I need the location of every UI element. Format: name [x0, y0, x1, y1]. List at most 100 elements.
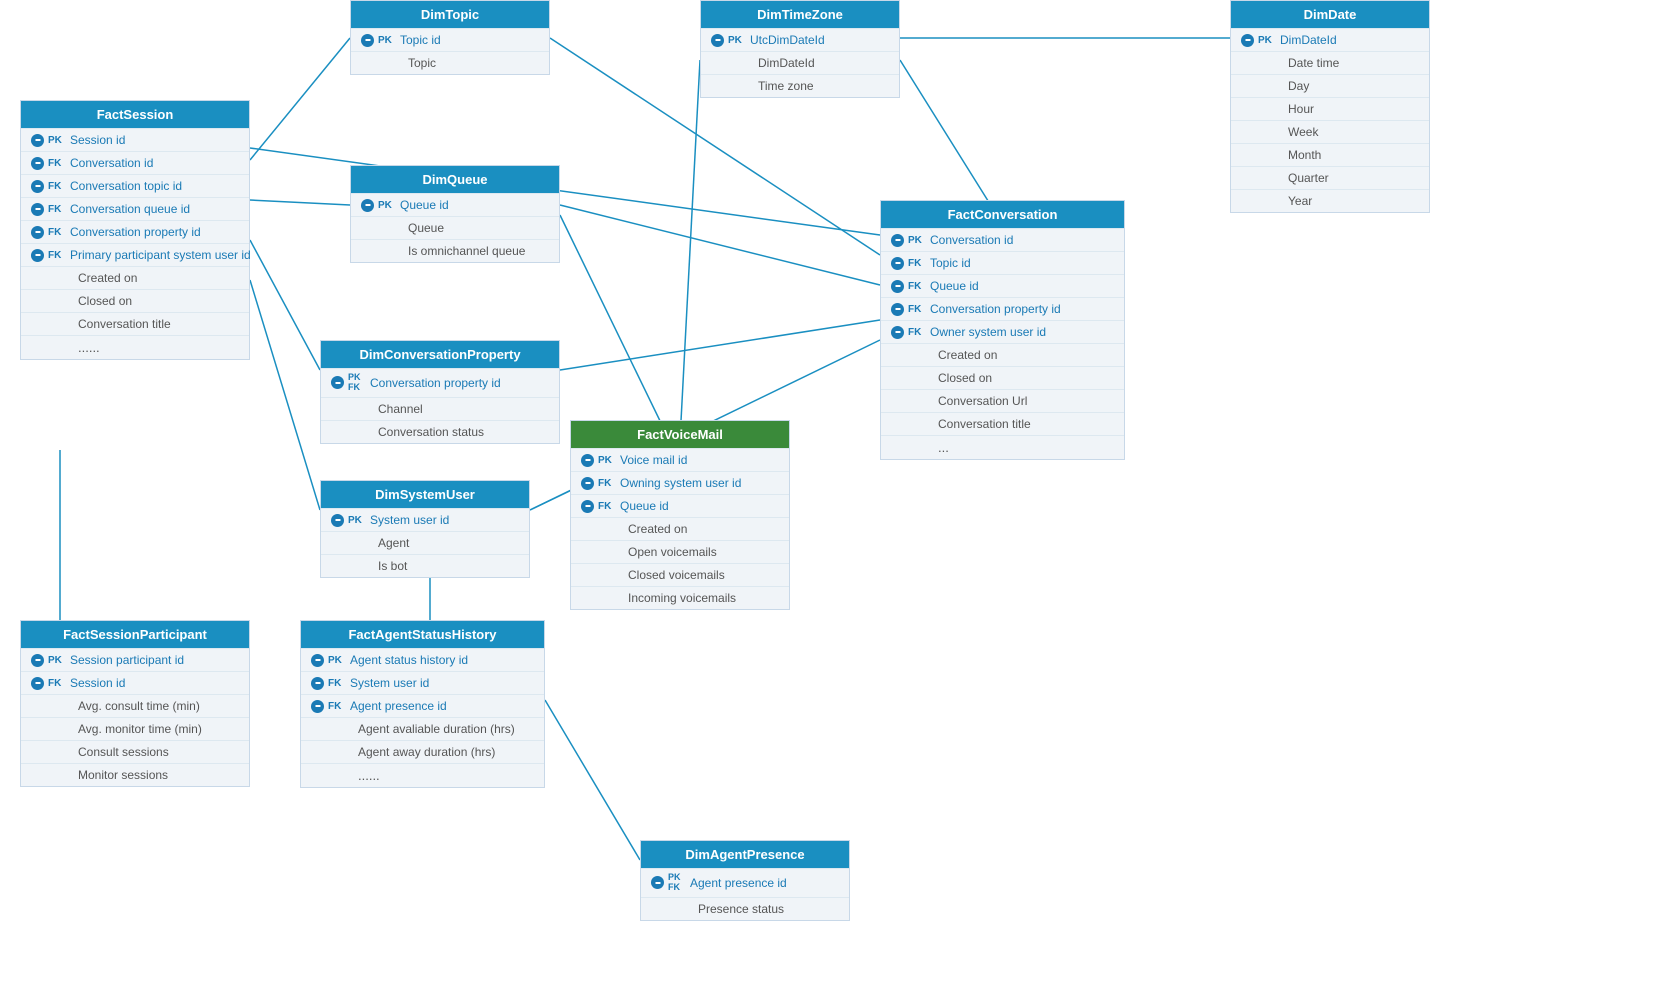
- row-label: Conversation title: [78, 317, 171, 331]
- key-icon: [31, 226, 44, 239]
- table-row: Week: [1231, 120, 1429, 143]
- key-icon: [311, 677, 324, 690]
- row-label: Agent presence id: [350, 699, 447, 713]
- row-label: Created on: [938, 348, 997, 362]
- key-icon: [891, 234, 904, 247]
- row-label: Session id: [70, 676, 125, 690]
- row-label: Queue id: [620, 499, 669, 513]
- table-row: PKSystem user id: [321, 508, 529, 531]
- row-label: Queue: [408, 221, 444, 235]
- row-label: Session id: [70, 133, 125, 147]
- table-row: Created on: [571, 517, 789, 540]
- table-row: FKSystem user id: [301, 671, 544, 694]
- table-row: DimDateId: [701, 51, 899, 74]
- row-label: Avg. monitor time (min): [78, 722, 202, 736]
- table-row: Closed on: [881, 366, 1124, 389]
- row-label: Conversation queue id: [70, 202, 190, 216]
- table-row: PK DimDateId: [1231, 28, 1429, 51]
- row-label: Incoming voicemails: [628, 591, 736, 605]
- table-row: PKSession id: [21, 128, 249, 151]
- row-label: Conversation id: [70, 156, 153, 170]
- pk-badge: PK: [48, 655, 66, 666]
- table-row: PKQueue id: [351, 193, 559, 216]
- table-row: ......: [301, 763, 544, 787]
- row-label: Conversation property id: [370, 376, 501, 390]
- table-row: Channel: [321, 397, 559, 420]
- table-dimqueue: DimQueuePKQueue idQueueIs omnichannel qu…: [350, 165, 560, 263]
- table-row: Time zone: [701, 74, 899, 97]
- fk-badge: FK: [48, 678, 66, 689]
- key-icon: [651, 876, 664, 889]
- row-label: Consult sessions: [78, 745, 169, 759]
- table-row: Is bot: [321, 554, 529, 577]
- row-label: Month: [1288, 148, 1321, 162]
- row-label: Open voicemails: [628, 545, 717, 559]
- key-icon: [361, 34, 374, 47]
- row-label: Session participant id: [70, 653, 184, 667]
- row-label: Time zone: [758, 79, 814, 93]
- table-row: FK Topic id: [881, 251, 1124, 274]
- row-label: Conversation title: [938, 417, 1031, 431]
- pk-badge: PK: [328, 655, 346, 666]
- key-icon: [891, 280, 904, 293]
- table-row: PK Session participant id: [21, 648, 249, 671]
- row-label: Agent: [378, 536, 409, 550]
- row-label: Week: [1288, 125, 1318, 139]
- table-row: PKTopic id: [351, 28, 549, 51]
- table-row: Consult sessions: [21, 740, 249, 763]
- table-header-factvoicemail: FactVoiceMail: [571, 421, 789, 448]
- fk-badge: FK: [328, 701, 346, 712]
- row-label: Owning system user id: [620, 476, 741, 490]
- table-row: Agent away duration (hrs): [301, 740, 544, 763]
- table-row: ......: [21, 335, 249, 359]
- key-icon: [891, 326, 904, 339]
- row-label: DimDateId: [1280, 33, 1337, 47]
- row-label: Closed on: [938, 371, 992, 385]
- row-label: Primary participant system user id: [70, 248, 251, 262]
- table-header-factconversation: FactConversation: [881, 201, 1124, 228]
- pk-badge: PK: [1258, 35, 1276, 46]
- table-row: Avg. monitor time (min): [21, 717, 249, 740]
- key-icon: [1241, 34, 1254, 47]
- table-row: Conversation title: [21, 312, 249, 335]
- row-label: Topic: [408, 56, 436, 70]
- key-icon: [581, 500, 594, 513]
- table-row: Agent avaliable duration (hrs): [301, 717, 544, 740]
- table-row: Conversation title: [881, 412, 1124, 435]
- key-icon: [581, 477, 594, 490]
- table-row: Is omnichannel queue: [351, 239, 559, 262]
- table-row: Created on: [881, 343, 1124, 366]
- table-factsession: FactSessionPKSession idFKConversation id…: [20, 100, 250, 360]
- fk-badge: FK: [48, 181, 66, 192]
- pk-badge: PK: [908, 235, 926, 246]
- table-row: FKConversation queue id: [21, 197, 249, 220]
- row-label: Queue id: [930, 279, 979, 293]
- table-row: Hour: [1231, 97, 1429, 120]
- row-label: UtcDimDateId: [750, 33, 825, 47]
- table-header-dimtimezone: DimTimeZone: [701, 1, 899, 28]
- table-row: Conversation status: [321, 420, 559, 443]
- key-icon: [311, 700, 324, 713]
- table-header-dimconversationproperty: DimConversationProperty: [321, 341, 559, 368]
- table-dimtimezone: DimTimeZonePKUtcDimDateIdDimDateIdTime z…: [700, 0, 900, 98]
- table-row: Year: [1231, 189, 1429, 212]
- pk-badge: PK: [598, 455, 616, 466]
- table-row: PK FKAgent presence id: [641, 868, 849, 897]
- diagram-container: FactSessionPKSession idFKConversation id…: [0, 0, 1667, 994]
- key-icon: [31, 134, 44, 147]
- key-icon: [31, 677, 44, 690]
- table-header-dimagentpresence: DimAgentPresence: [641, 841, 849, 868]
- fk-badge: FK: [598, 478, 616, 489]
- table-row: Day: [1231, 74, 1429, 97]
- table-row: Avg. consult time (min): [21, 694, 249, 717]
- pk-fk-badge: PK FK: [668, 873, 686, 893]
- fk-badge: FK: [48, 158, 66, 169]
- row-label: ......: [358, 768, 380, 783]
- row-label: Topic id: [930, 256, 971, 270]
- row-label: Date time: [1288, 56, 1339, 70]
- row-label: Monitor sessions: [78, 768, 168, 782]
- key-icon: [311, 654, 324, 667]
- fk-badge: FK: [908, 258, 926, 269]
- table-row: Agent: [321, 531, 529, 554]
- key-icon: [31, 180, 44, 193]
